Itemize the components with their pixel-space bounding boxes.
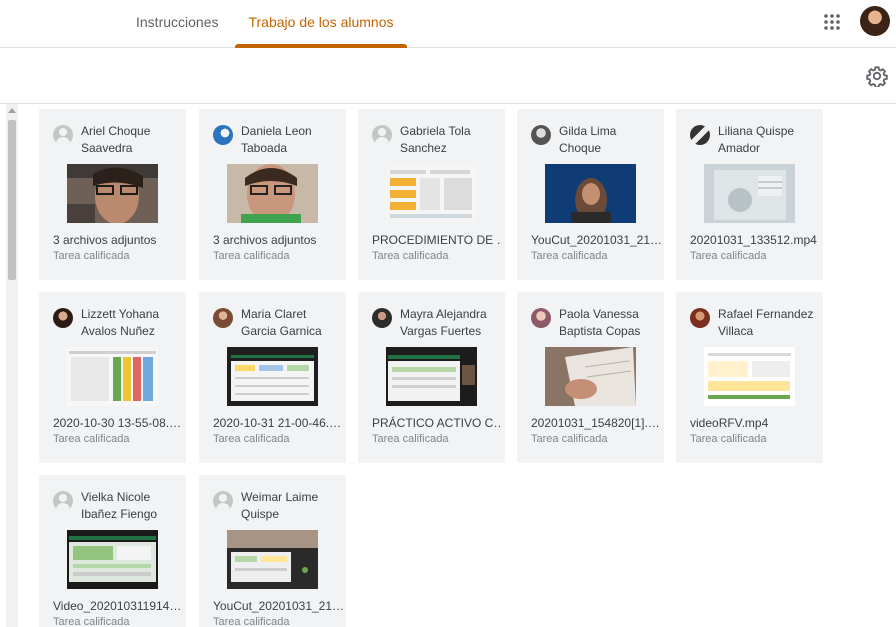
submission-card[interactable]: Daniela Leon Taboada 3 archivos adjuntos… [199,109,346,280]
submission-file-name: 2020-10-31 21-00-46.… [213,416,342,430]
submission-card[interactable]: Mayra Alejandra Vargas Fuertes PRÁCTICO … [358,292,505,463]
student-avatar [53,491,73,511]
submission-thumbnail [386,347,477,406]
student-name: Weimar Laime Quispe [241,490,319,521]
student-avatar [372,308,392,328]
submission-card[interactable]: Liliana Quispe Amador 20201031_133512.mp… [676,109,823,280]
vertical-scrollbar[interactable] [6,104,18,627]
scrollbar-thumb[interactable] [8,120,16,280]
submission-card[interactable]: Rafael Fernandez Villaca videoRFV.mp4 Ta… [676,292,823,463]
submission-status: Tarea calificada [213,616,290,627]
submission-card[interactable]: Maria Claret Garcia Garnica 2020-10-31 2… [199,292,346,463]
student-name: Vielka Nicole Ibañez Fiengo [81,490,158,521]
scroll-up-arrow-icon[interactable] [8,108,16,113]
submission-status: Tarea calificada [213,433,290,445]
submission-file-name: videoRFV.mp4 [690,416,769,430]
student-avatar [690,308,710,328]
student-avatar [531,125,551,145]
submission-thumbnail [545,347,636,406]
user-avatar[interactable] [860,6,890,36]
student-name: Lizzett Yohana Avalos Nuñez [81,307,160,338]
top-navigation-bar: Instrucciones Trabajo de los alumnos [0,0,896,48]
tab-label: Trabajo de los alumnos [248,14,394,30]
submission-thumbnail [67,164,158,223]
student-name: Rafael Fernandez Villaca [718,307,814,338]
student-name: Daniela Leon Taboada [241,124,312,155]
student-name: Gabriela Tola Sanchez [400,124,471,155]
submission-status: Tarea calificada [53,433,130,445]
submission-file-name: YouCut_20201031_21… [531,233,661,247]
submission-card[interactable]: Gabriela Tola Sanchez PROCEDIMIENTO DE …… [358,109,505,280]
gear-icon[interactable] [866,65,888,87]
submission-file-name: 3 archivos adjuntos [53,233,157,247]
submission-card[interactable]: Lizzett Yohana Avalos Nuñez 2020-10-30 1… [39,292,186,463]
apps-grid-icon[interactable] [822,12,842,32]
submission-file-name: 20201031_133512.mp4 [690,233,817,247]
submission-file-name: 20201031_154820[1].… [531,416,660,430]
submission-thumbnail [227,164,318,223]
submission-card[interactable]: Gilda Lima Choque YouCut_20201031_21… Ta… [517,109,664,280]
submission-file-name: Video_202010311914… [53,599,182,613]
submission-thumbnail [545,164,636,223]
submission-thumbnail [67,530,158,589]
submission-status: Tarea calificada [372,250,449,262]
student-name: Mayra Alejandra Vargas Fuertes [400,307,487,338]
student-name: Paola Vanessa Baptista Copas [559,307,641,338]
submission-thumbnail [227,530,318,589]
submission-thumbnail [386,164,477,223]
student-avatar [213,308,233,328]
submission-file-name: YouCut_20201031_21… [213,599,343,613]
submission-status: Tarea calificada [213,250,290,262]
submission-file-name: PROCEDIMIENTO DE … [372,233,502,247]
student-avatar [53,125,73,145]
submissions-area: Ariel Choque Saavedra 3 archivos adjunto… [0,104,896,627]
submission-status: Tarea calificada [531,250,608,262]
submission-card[interactable]: Vielka Nicole Ibañez Fiengo Video_202010… [39,475,186,627]
tab-trabajo-de-los-alumnos[interactable]: Trabajo de los alumnos [235,0,407,48]
submission-thumbnail [227,347,318,406]
tab-instrucciones[interactable]: Instrucciones [136,0,218,48]
submission-file-name: PRÁCTICO ACTIVO C… [372,416,502,430]
student-name: Liliana Quispe Amador [718,124,795,155]
student-name: Maria Claret Garcia Garnica [241,307,322,338]
student-avatar [213,491,233,511]
submission-status: Tarea calificada [372,433,449,445]
submission-thumbnail [67,347,158,406]
submission-card[interactable]: Paola Vanessa Baptista Copas 20201031_15… [517,292,664,463]
submission-status: Tarea calificada [531,433,608,445]
student-avatar [213,125,233,145]
student-avatar [372,125,392,145]
student-avatar [690,125,710,145]
submission-status: Tarea calificada [53,616,130,627]
student-avatar [531,308,551,328]
student-name: Ariel Choque Saavedra [81,124,151,155]
submission-file-name: 2020-10-30 13-55-08.… [53,416,182,430]
submission-thumbnail [704,164,795,223]
submission-thumbnail [704,347,795,406]
submission-status: Tarea calificada [53,250,130,262]
submission-status: Tarea calificada [690,250,767,262]
submission-card[interactable]: Ariel Choque Saavedra 3 archivos adjunto… [39,109,186,280]
student-name: Gilda Lima Choque [559,124,617,155]
submission-status: Tarea calificada [690,433,767,445]
submission-file-name: 3 archivos adjuntos [213,233,317,247]
settings-bar [0,48,896,104]
student-avatar [53,308,73,328]
submission-card[interactable]: Weimar Laime Quispe YouCut_20201031_21… … [199,475,346,627]
